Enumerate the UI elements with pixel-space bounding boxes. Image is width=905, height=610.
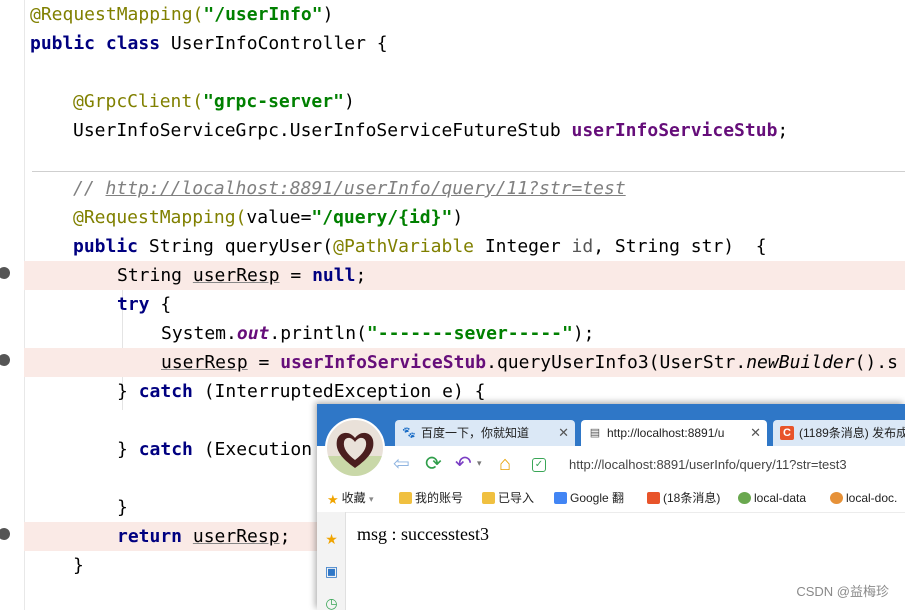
- tab-label: http://localhost:8891/u: [607, 426, 725, 440]
- heart-logo-icon: [327, 432, 383, 476]
- tab-label: 百度一下，你就知道: [421, 426, 530, 440]
- bookmark-item[interactable]: (18条消息): [647, 490, 720, 506]
- csdn-icon: C: [780, 426, 794, 440]
- code-line-comment: // http://localhost:8891/userInfo/query/…: [73, 178, 626, 199]
- code-line-5: UserInfoServiceGrpc.UserInfoServiceFutur…: [73, 120, 789, 141]
- tablet-icon[interactable]: ▣: [324, 564, 339, 579]
- tab-csdn[interactable]: C (1189条消息) 发布成: [773, 420, 905, 446]
- code-line-9: String userResp = null;: [24, 261, 905, 290]
- tab-label: (1189条消息) 发布成: [799, 426, 905, 440]
- close-icon[interactable]: ✕: [558, 420, 569, 446]
- tab-localhost[interactable]: ▤ http://localhost:8891/u ✕: [581, 420, 767, 446]
- bookmark-favorites[interactable]: ★ 收藏 ▾: [327, 490, 374, 506]
- undo-icon[interactable]: ↶: [455, 454, 472, 474]
- code-line-1: @RequestMapping("/userInfo"): [30, 4, 334, 25]
- comment-url-link[interactable]: http://localhost:8891/userInfo/query/11?…: [106, 178, 626, 199]
- bookmark-item[interactable]: local-data: [738, 490, 806, 506]
- refresh-icon[interactable]: ⟳: [425, 454, 442, 474]
- browser-toolbar: ⇦ ⟳ ↶ ▾ ⌂ ✓ http://localhost:8891/userIn…: [317, 446, 905, 485]
- breakpoint-icon[interactable]: [0, 528, 10, 540]
- globe-icon: [738, 492, 751, 504]
- tab-baidu[interactable]: 🐾 百度一下，你就知道 ✕: [395, 420, 575, 446]
- star-icon: ★: [327, 492, 339, 507]
- bookmark-item[interactable]: local-doc.: [830, 490, 897, 506]
- user-avatar[interactable]: [325, 418, 385, 478]
- breakpoint-icon[interactable]: [0, 267, 10, 279]
- folder-icon: [399, 492, 412, 504]
- url-text: http://localhost:8891/userInfo/query/11?…: [569, 457, 847, 472]
- chevron-down-icon: ▾: [369, 494, 374, 504]
- star-icon[interactable]: ★: [324, 532, 339, 547]
- browser-sidebar: ★ ▣ ◷: [317, 512, 346, 610]
- breakpoint-icon[interactable]: [0, 354, 10, 366]
- page-icon: ▤: [589, 427, 601, 439]
- bookmark-item[interactable]: 已导入: [482, 490, 534, 506]
- code-line-4: @GrpcClient("grpc-server"): [73, 91, 355, 112]
- bookmark-item[interactable]: Google 翻: [554, 490, 624, 506]
- code-line-13: } catch (InterruptedException e) {: [117, 381, 486, 402]
- code-line-8: public String queryUser(@PathVariable In…: [73, 236, 767, 257]
- bookmark-item[interactable]: 我的账号: [399, 490, 463, 506]
- code-line-10: try {: [117, 294, 172, 315]
- code-line-2: public class UserInfoController {: [30, 33, 388, 54]
- watermark: CSDN @益梅珍: [796, 584, 889, 599]
- back-icon[interactable]: ⇦: [393, 454, 410, 474]
- doc-icon: [830, 492, 843, 504]
- home-icon[interactable]: ⌂: [499, 454, 511, 474]
- bookmarks-bar: ★ 收藏 ▾ 我的账号 已导入 Google 翻 (18条消息) local-da…: [317, 484, 905, 513]
- google-icon: [554, 492, 567, 504]
- close-icon[interactable]: ✕: [750, 420, 761, 446]
- editor-gutter: [0, 0, 25, 610]
- browser-window: 🐾 百度一下，你就知道 ✕ ▤ http://localhost:8891/u …: [317, 404, 905, 610]
- page-response-text: msg : successtest3: [357, 524, 489, 544]
- baidu-paw-icon: 🐾: [402, 427, 416, 439]
- folder-icon: [482, 492, 495, 504]
- csdn-icon: [647, 492, 660, 504]
- clock-icon[interactable]: ◷: [324, 596, 339, 610]
- shield-icon: ✓: [532, 458, 546, 472]
- code-line-12: userResp = userInfoServiceStub.queryUser…: [24, 348, 905, 377]
- method-separator: [32, 171, 905, 172]
- chevron-down-icon[interactable]: ▾: [477, 458, 482, 469]
- code-line-11: System.out.println("-------sever-----");: [161, 323, 595, 344]
- code-line-7: @RequestMapping(value="/query/{id}"): [73, 207, 464, 228]
- address-bar[interactable]: ✓ http://localhost:8891/userInfo/query/1…: [532, 452, 905, 478]
